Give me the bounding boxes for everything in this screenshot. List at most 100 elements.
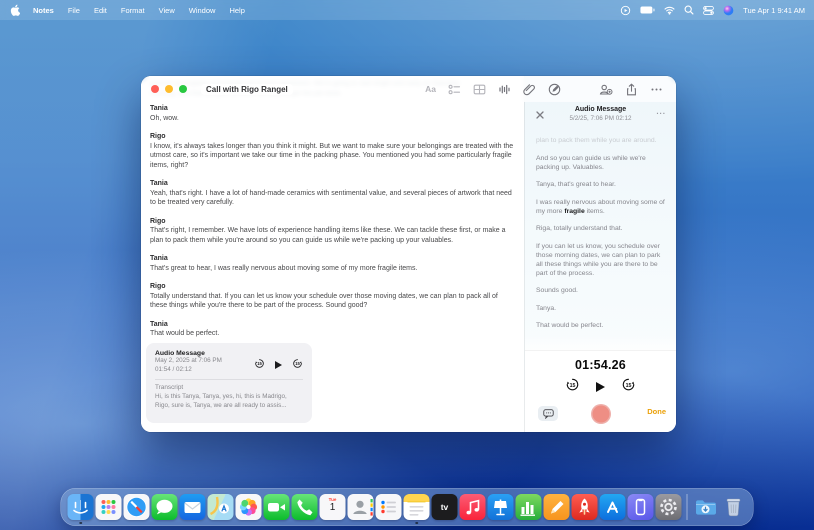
transcript-line: Riga, totally understand that. — [536, 224, 665, 233]
dock-music[interactable] — [460, 494, 486, 520]
play-button[interactable] — [275, 361, 282, 369]
pages-icon — [544, 494, 570, 520]
minimize-window-button[interactable] — [165, 85, 173, 93]
record-button[interactable] — [592, 406, 609, 423]
transcript-paragraph: Rigo Totally understand that. If you can… — [150, 282, 514, 311]
dock-downloads[interactable] — [693, 494, 719, 520]
dock-games[interactable] — [572, 494, 598, 520]
panel-title: Audio Message — [525, 106, 676, 113]
format-text-button[interactable]: Aa — [425, 84, 436, 94]
panel-datetime: 5/2/25, 7:06 PM 02:12 — [525, 115, 676, 122]
dock: Tue1 tv — [61, 488, 754, 526]
dock-reminders[interactable] — [376, 494, 402, 520]
checklist-button[interactable] — [448, 83, 461, 96]
menu-clock[interactable]: Tue Apr 1 9:41 AM — [743, 6, 805, 15]
wifi-icon[interactable] — [664, 6, 675, 15]
transcript-line: Tanya, that's great to hear. — [536, 180, 665, 189]
dock-calendar[interactable]: Tue1 — [320, 494, 346, 520]
attachment-icon[interactable] — [523, 83, 536, 96]
battery-icon[interactable] — [640, 6, 655, 14]
skip-forward-15-button[interactable]: 15 — [621, 377, 636, 397]
skip-back-15-button[interactable]: 15 — [254, 356, 265, 374]
apple-menu-icon[interactable] — [10, 4, 20, 16]
menu-file[interactable]: File — [61, 6, 87, 15]
share-button[interactable] — [625, 83, 638, 96]
note-transcript[interactable]: Tania Oh, wow. Rigo I know, it's always … — [141, 102, 524, 432]
dock-launchpad[interactable] — [96, 494, 122, 520]
transcript-line: Tanya. — [536, 304, 665, 313]
dock-keynote[interactable] — [488, 494, 514, 520]
menu-bar: Notes File Edit Format View Window Help … — [0, 0, 814, 20]
menu-help[interactable]: Help — [222, 6, 251, 15]
live-transcript[interactable]: plan to pack them while you are around. … — [525, 130, 676, 350]
photos-icon — [236, 494, 262, 520]
transcript-line: That would be perfect. — [536, 321, 665, 330]
dock-mail[interactable] — [180, 494, 206, 520]
launchpad-icon — [96, 494, 122, 520]
svg-text:15: 15 — [295, 361, 300, 366]
note-editor-pane[interactable]: packed up properly and moved out of your… — [141, 76, 524, 432]
dock-messages[interactable] — [152, 494, 178, 520]
now-playing-icon[interactable] — [620, 5, 631, 16]
speaker-name: Tania — [150, 104, 514, 114]
dock-safari[interactable] — [124, 494, 150, 520]
panel-more-button[interactable]: ... — [656, 107, 666, 116]
notes-icon — [404, 494, 430, 520]
skip-forward-15-button[interactable]: 15 — [292, 356, 303, 374]
siri-icon[interactable] — [723, 5, 734, 16]
close-panel-button[interactable] — [536, 106, 544, 124]
zoom-window-button[interactable] — [179, 85, 187, 93]
maps-icon — [208, 494, 234, 520]
menu-view[interactable]: View — [152, 6, 182, 15]
dock-iphone-mirroring[interactable] — [628, 494, 654, 520]
dock-system-settings[interactable] — [656, 494, 682, 520]
dock-finder[interactable] — [68, 494, 94, 520]
dock-app-store[interactable] — [600, 494, 626, 520]
numbers-icon — [516, 494, 542, 520]
audio-waveform-button[interactable] — [498, 83, 511, 96]
safari-icon — [124, 494, 150, 520]
dock-maps[interactable] — [208, 494, 234, 520]
window-title: Call with Rigo Rangel — [201, 84, 293, 95]
svg-text:15: 15 — [626, 383, 632, 389]
more-options-button[interactable] — [650, 83, 663, 96]
dock-contacts[interactable] — [348, 494, 374, 520]
speaker-name: Tania — [150, 179, 514, 189]
markup-button[interactable] — [548, 83, 561, 96]
done-button[interactable]: Done — [647, 407, 666, 416]
menu-edit[interactable]: Edit — [87, 6, 114, 15]
search-icon[interactable] — [684, 5, 694, 15]
dock-pages[interactable] — [544, 494, 570, 520]
transcript-toggle-button[interactable] — [538, 406, 558, 421]
mail-icon — [180, 494, 206, 520]
menu-notes[interactable]: Notes — [26, 6, 61, 15]
card-divider — [155, 379, 303, 380]
collaborate-button[interactable] — [599, 83, 613, 96]
dock-photos[interactable] — [236, 494, 262, 520]
speaker-text: Yeah, that's right. I have a lot of hand… — [150, 189, 514, 208]
panel-header: Audio Message 5/2/25, 7:06 PM 02:12 ... — [525, 106, 676, 130]
skip-back-15-button[interactable]: 15 — [565, 377, 580, 397]
window-titlebar: Call with Rigo Rangel Aa — [141, 76, 676, 102]
speaker-text: I know, it's always takes longer than yo… — [150, 142, 514, 171]
dock-facetime[interactable] — [264, 494, 290, 520]
transcript-paragraph: Tania Yeah, that's right. I have a lot o… — [150, 179, 514, 208]
close-window-button[interactable] — [151, 85, 159, 93]
table-button[interactable] — [473, 83, 486, 96]
dock-notes[interactable] — [404, 494, 430, 520]
control-center-icon[interactable] — [703, 6, 714, 15]
gear-icon — [656, 494, 682, 520]
menu-window[interactable]: Window — [182, 6, 223, 15]
speaker-name: Rigo — [150, 132, 514, 142]
play-button[interactable] — [596, 382, 605, 392]
dock-numbers[interactable] — [516, 494, 542, 520]
calendar-icon: Tue1 — [320, 494, 346, 520]
dock-phone[interactable] — [292, 494, 318, 520]
speaker-text: Totally understand that. If you can let … — [150, 292, 514, 311]
speaker-text: That's great to hear, I was really nervo… — [150, 264, 514, 274]
menu-format[interactable]: Format — [114, 6, 152, 15]
dock-trash[interactable] — [721, 494, 747, 520]
dock-tv[interactable]: tv — [432, 494, 458, 520]
audio-message-card[interactable]: Audio Message May 2, 2025 at 7:06 PM 01:… — [146, 343, 312, 423]
transcript-line: plan to pack them while you are around. — [536, 136, 665, 145]
